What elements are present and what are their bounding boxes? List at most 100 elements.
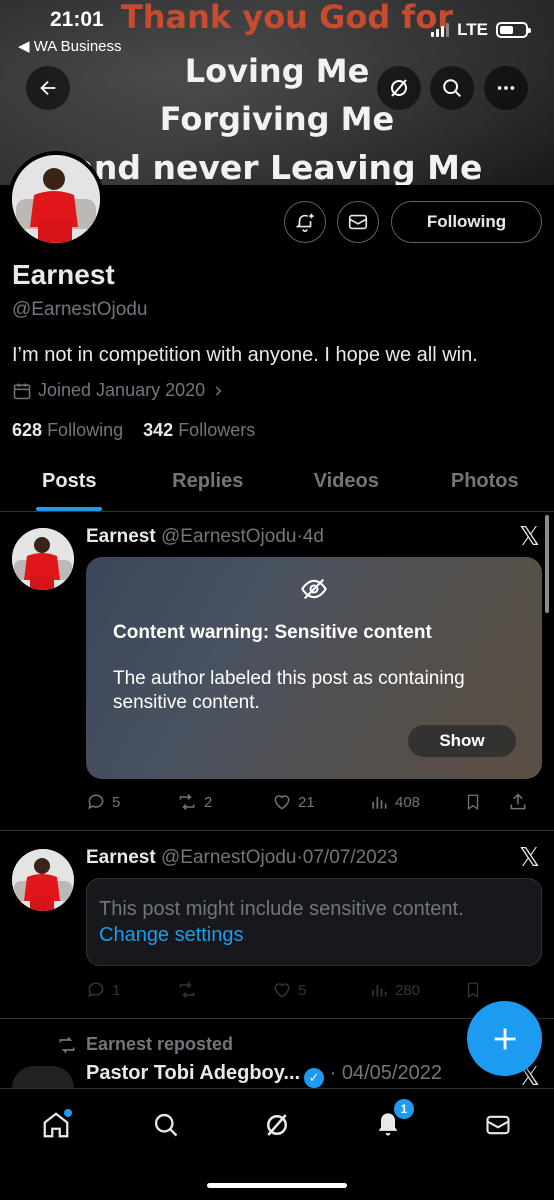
- following-count: 628: [12, 420, 43, 440]
- status-indicators: LTE: [431, 20, 531, 40]
- profile-name: Earnest: [12, 259, 115, 290]
- envelope-icon: [348, 214, 368, 230]
- repost-label-text: Earnest reposted: [86, 1034, 234, 1054]
- joined-label: Joined January 2020: [38, 380, 206, 400]
- grok-icon: [267, 1114, 287, 1136]
- arrow-left-icon: [40, 80, 56, 96]
- post-avatar[interactable]: [12, 849, 74, 911]
- like-count: 5: [298, 981, 307, 999]
- repost-button[interactable]: [176, 980, 272, 1000]
- back-to-app-link[interactable]: ◀ WA Business: [18, 37, 122, 55]
- x-logo-icon: 𝕏: [519, 522, 540, 552]
- content-warning-card[interactable]: Content warning: Sensitive content The a…: [86, 557, 542, 779]
- tab-videos[interactable]: Videos: [277, 460, 416, 511]
- calendar-icon: [13, 383, 31, 399]
- bookmark-button[interactable]: [464, 980, 508, 1000]
- notice-text: This post might include sensitive conten…: [99, 898, 464, 920]
- like-button[interactable]: 21: [272, 792, 369, 812]
- repost-icon: [179, 981, 195, 999]
- home-indicator[interactable]: [207, 1183, 347, 1188]
- profile-avatar[interactable]: [8, 151, 104, 247]
- share-icon: [510, 793, 526, 810]
- profile-handle: @EarnestOjodu: [12, 299, 148, 320]
- envelope-icon: [486, 1115, 510, 1135]
- repost-button[interactable]: 2: [176, 792, 272, 812]
- home-notification-dot: [64, 1109, 72, 1117]
- tab-photos[interactable]: Photos: [416, 460, 554, 511]
- followers-count: 342: [143, 420, 174, 440]
- heart-icon: [274, 983, 290, 998]
- change-settings-link[interactable]: Change settings: [99, 922, 529, 948]
- nav-home[interactable]: [36, 1105, 76, 1145]
- post-author-handle[interactable]: @EarnestOjodu: [161, 526, 296, 547]
- signal-icon: [431, 23, 450, 37]
- post-divider: [0, 830, 554, 831]
- repost-label[interactable]: Earnest reposted: [56, 1034, 233, 1055]
- notification-badge: 1: [394, 1099, 414, 1119]
- more-icon: [497, 86, 515, 90]
- sensitive-notice-card: This post might include sensitive conten…: [86, 878, 542, 966]
- nav-grok[interactable]: [257, 1105, 297, 1145]
- tab-posts[interactable]: Posts: [0, 460, 139, 511]
- nav-messages[interactable]: [478, 1105, 518, 1145]
- warning-text: The author labeled this post as containi…: [113, 668, 465, 713]
- views-icon: [372, 985, 387, 997]
- post-header: Earnest @EarnestOjodu·4d: [86, 526, 324, 547]
- post-time: 07/07/2023: [302, 847, 398, 868]
- reply-button[interactable]: 1: [86, 980, 176, 1000]
- bell-plus-icon: [295, 213, 314, 232]
- joined-date[interactable]: Joined January 2020: [12, 380, 225, 401]
- bookmark-button[interactable]: [464, 792, 508, 812]
- views-count: 408: [395, 793, 421, 811]
- reply-button[interactable]: 5: [86, 792, 176, 812]
- bookmark-icon: [467, 982, 479, 999]
- nav-notifications[interactable]: 1: [368, 1099, 414, 1145]
- chevron-right-icon: [215, 385, 222, 396]
- like-count: 21: [298, 793, 315, 811]
- grok-button[interactable]: [377, 66, 421, 110]
- post-avatar[interactable]: [12, 1066, 74, 1088]
- post-time: 04/05/2022: [341, 1062, 442, 1084]
- search-button[interactable]: [430, 66, 474, 110]
- views-count: 280: [395, 981, 421, 999]
- following-label: Following: [47, 420, 124, 440]
- post-author-name[interactable]: Earnest: [86, 526, 156, 547]
- profile-tabs: Posts Replies Videos Photos: [0, 460, 554, 512]
- back-button[interactable]: [26, 66, 70, 110]
- views-button[interactable]: 280: [369, 980, 464, 1000]
- warning-title: Content warning: Sensitive content: [113, 622, 432, 643]
- avatar-image: [12, 849, 74, 911]
- like-button[interactable]: 5: [272, 980, 369, 1000]
- following-stat[interactable]: 628 Following: [12, 420, 123, 440]
- repost-count: 2: [204, 793, 213, 811]
- post-avatar[interactable]: [12, 528, 74, 590]
- repost-icon: [179, 793, 195, 811]
- avatar-image: [12, 528, 74, 590]
- share-button[interactable]: [508, 792, 528, 812]
- x-logo-icon: 𝕏: [519, 843, 540, 873]
- views-icon: [372, 797, 387, 809]
- message-button[interactable]: [337, 201, 379, 243]
- banner-text-line3: Forgiving Me: [159, 100, 395, 138]
- grok-icon: [391, 79, 407, 97]
- plus-icon: [494, 1028, 515, 1049]
- post-author-handle[interactable]: @EarnestOjodu: [161, 847, 296, 868]
- reply-icon: [88, 982, 104, 998]
- scrollbar[interactable]: [545, 515, 549, 613]
- followers-stat[interactable]: 342 Followers: [143, 420, 255, 440]
- tab-replies[interactable]: Replies: [139, 460, 278, 511]
- views-button[interactable]: 408: [369, 792, 464, 812]
- post-divider: [0, 1018, 554, 1019]
- post-header: Earnest @EarnestOjodu·07/07/2023: [86, 847, 398, 868]
- post-author-name[interactable]: Pastor Tobi Adegboy...: [86, 1062, 300, 1084]
- following-button[interactable]: Following: [391, 201, 542, 243]
- show-button[interactable]: Show: [408, 725, 516, 757]
- status-time: 21:01: [50, 8, 104, 31]
- network-label: LTE: [457, 20, 488, 39]
- notify-button[interactable]: [284, 201, 326, 243]
- more-button[interactable]: [484, 66, 528, 110]
- compose-post-button[interactable]: [467, 1001, 542, 1076]
- post-actions: 1 5 280: [86, 978, 546, 1002]
- nav-search[interactable]: [146, 1105, 186, 1145]
- post-author-name[interactable]: Earnest: [86, 847, 156, 868]
